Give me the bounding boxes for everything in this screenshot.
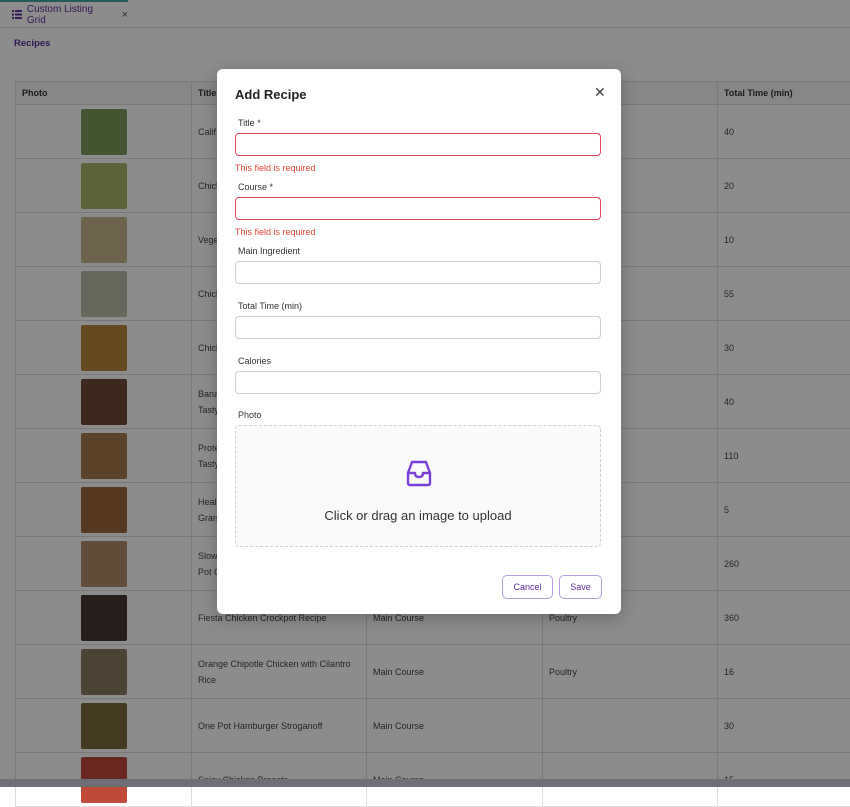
dialog-title: Add Recipe xyxy=(235,87,307,102)
save-button[interactable]: Save xyxy=(559,575,602,599)
photo-upload-dropzone[interactable]: Click or drag an image to upload xyxy=(235,425,601,547)
photo-label: Photo xyxy=(238,410,262,420)
main-ingredient-label: Main Ingredient xyxy=(238,246,300,256)
course-error: This field is required xyxy=(235,227,316,237)
cancel-button[interactable]: Cancel xyxy=(502,575,553,599)
title-label-text: Title xyxy=(238,118,255,128)
course-label-text: Course xyxy=(238,182,267,192)
main-ingredient-input[interactable] xyxy=(235,261,601,284)
add-recipe-dialog: Add Recipe ✕ Title * This field is requi… xyxy=(217,69,621,614)
required-marker: * xyxy=(257,118,261,128)
title-error: This field is required xyxy=(235,163,316,173)
required-marker: * xyxy=(270,182,274,192)
upload-instructions: Click or drag an image to upload xyxy=(236,508,600,523)
title-input[interactable] xyxy=(235,133,601,156)
course-label: Course * xyxy=(238,182,273,192)
title-label: Title * xyxy=(238,118,261,128)
calories-label: Calories xyxy=(238,356,271,366)
total-time-label: Total Time (min) xyxy=(238,301,302,311)
total-time-input[interactable] xyxy=(235,316,601,339)
course-input[interactable] xyxy=(235,197,601,220)
close-icon[interactable]: ✕ xyxy=(594,84,606,101)
inbox-icon xyxy=(404,458,434,488)
calories-input[interactable] xyxy=(235,371,601,394)
